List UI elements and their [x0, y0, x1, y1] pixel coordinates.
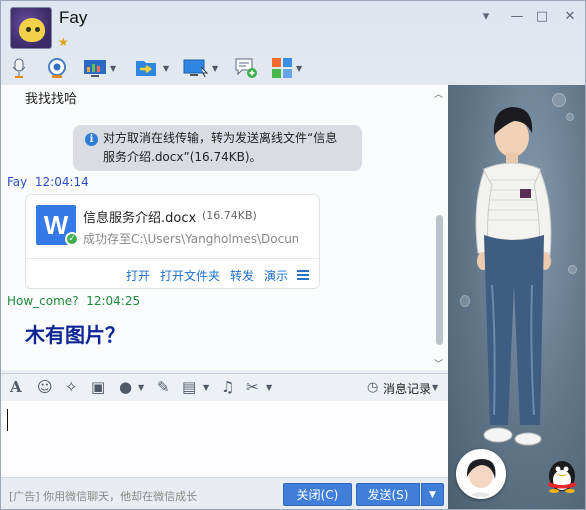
apps-button[interactable]: ▼: [271, 55, 302, 81]
avatar-show-panel: [448, 85, 585, 509]
ad-link[interactable]: [广告] 你用微信聊天，他却在微信成长: [9, 488, 197, 504]
sender-name: How_come?: [7, 294, 79, 308]
contact-avatar[interactable]: [10, 7, 52, 49]
magic-wand-icon[interactable]: ✧: [65, 378, 78, 396]
transfer-notice: i 对方取消在线传输，转为发送离线文件“信息 服务介绍.docx”(16.74K…: [73, 125, 362, 171]
bottom-bar: [广告] 你用微信聊天，他却在微信成长 关闭(C) 发送(S) ▼: [1, 477, 448, 509]
open-file-link[interactable]: 打开: [126, 267, 150, 284]
close-button[interactable]: 关闭(C): [283, 483, 352, 506]
more-menu-icon[interactable]: [297, 270, 309, 280]
apps-icon: [272, 58, 292, 78]
divider: [26, 258, 319, 259]
chevron-down-icon[interactable]: ▼: [110, 64, 116, 73]
minimize-button[interactable]: —: [508, 9, 526, 25]
close-window-button[interactable]: ✕: [561, 9, 579, 25]
voice-call-button[interactable]: [9, 55, 29, 81]
contact-nickname: Fay: [59, 8, 88, 27]
chat-toolbar: ▼ ▼ ▼ ▼: [1, 53, 448, 83]
clock-icon: ◷: [367, 380, 379, 395]
file-name: 信息服务介绍.docx: [83, 211, 197, 226]
chevron-down-icon[interactable]: ▼: [266, 383, 272, 392]
open-folder-link[interactable]: 打开文件夹: [160, 267, 220, 284]
scissors-icon[interactable]: ✂: [246, 378, 259, 396]
video-call-icon: [48, 58, 66, 78]
friend-avatar-bubble[interactable]: [456, 449, 506, 499]
star-icon: ★: [58, 35, 69, 49]
emoji-icon[interactable]: ☺: [37, 378, 53, 396]
music-icon[interactable]: ♫: [221, 378, 234, 396]
info-icon: i: [85, 133, 98, 146]
chevron-down-icon[interactable]: ▼: [163, 64, 169, 73]
chevron-down-icon[interactable]: ▼: [296, 64, 302, 73]
send-options-button[interactable]: ▼: [421, 483, 444, 506]
maximize-button[interactable]: □: [533, 9, 551, 25]
font-icon[interactable]: A: [10, 378, 22, 396]
message-list[interactable]: 我找找哈 i 对方取消在线传输，转为发送离线文件“信息 服务介绍.docx”(1…: [1, 85, 448, 370]
qq-penguin-icon: [548, 461, 576, 493]
dropdown-icon[interactable]: ▾: [477, 9, 495, 25]
image-icon[interactable]: ▤: [182, 378, 196, 396]
add-app-button[interactable]: [233, 55, 259, 81]
file-card[interactable]: W ✓ 信息服务介绍.docx (16.74KB) 成功存至C:\Users\Y…: [25, 194, 320, 289]
present-link[interactable]: 演示: [264, 267, 288, 284]
screen-share-icon: [84, 60, 106, 77]
video-message-icon[interactable]: ▣: [91, 378, 105, 396]
message-input[interactable]: [1, 401, 448, 477]
send-file-icon: [136, 61, 156, 76]
message-time: 12:04:25: [86, 294, 141, 308]
forward-link[interactable]: 转发: [230, 267, 254, 284]
message-text: 木有图片？: [25, 323, 125, 347]
qq-penguin-icon[interactable]: [542, 453, 582, 493]
screen-share-button[interactable]: ▼: [83, 55, 116, 81]
message-header: How_come? 12:04:25: [7, 294, 140, 308]
remote-desktop-button[interactable]: ▼: [183, 55, 218, 81]
file-size: (16.74KB): [202, 209, 257, 222]
scroll-up-icon[interactable]: ︿: [434, 87, 443, 100]
chevron-down-icon[interactable]: ▼: [138, 383, 144, 392]
chat-window: Fay ★ ▾ — □ ✕ ▼ ▼ ▼ ▼ 我找找哈 i 对方取消在线传输，转为…: [0, 0, 586, 510]
friend-avatar-icon: [466, 459, 496, 497]
microphone-icon: [12, 58, 26, 78]
avatar-character: [475, 107, 552, 446]
scrollbar-thumb[interactable]: [436, 215, 443, 345]
screenshot-edit-icon[interactable]: ✎: [157, 378, 170, 396]
message-text: 我找找哈: [25, 92, 78, 107]
notice-line-2: 服务介绍.docx”(16.74KB)。: [103, 150, 262, 164]
message-header: Fay 12:04:14: [7, 175, 89, 189]
history-button[interactable]: 消息记录: [383, 380, 431, 397]
add-app-icon: [235, 58, 257, 78]
send-button[interactable]: 发送(S): [356, 483, 420, 506]
send-file-button[interactable]: ▼: [134, 55, 169, 81]
voice-message-icon[interactable]: ●: [119, 378, 132, 396]
chevron-down-icon[interactable]: ▼: [432, 383, 438, 392]
check-icon: ✓: [65, 232, 79, 246]
message-scrollbar[interactable]: ︿ ﹀: [433, 85, 445, 370]
notice-line-1: 对方取消在线传输，转为发送离线文件“信息: [103, 131, 338, 145]
chevron-down-icon[interactable]: ▼: [203, 383, 209, 392]
video-call-button[interactable]: [46, 55, 68, 81]
text-caret: [7, 409, 8, 431]
input-toolbar: A ☺ ✧ ▣ ● ▼ ✎ ▤ ▼ ♫ ✂ ▼ ◷ 消息记录 ▼: [1, 373, 448, 401]
sender-name: Fay: [7, 175, 28, 189]
file-save-status: 成功存至C:\Users\Yangholmes\Docume...: [83, 232, 298, 246]
chevron-down-icon[interactable]: ▼: [212, 64, 218, 73]
remote-desktop-icon: [183, 59, 209, 78]
message-time: 12:04:14: [34, 175, 89, 189]
scroll-down-icon[interactable]: ﹀: [434, 357, 443, 370]
